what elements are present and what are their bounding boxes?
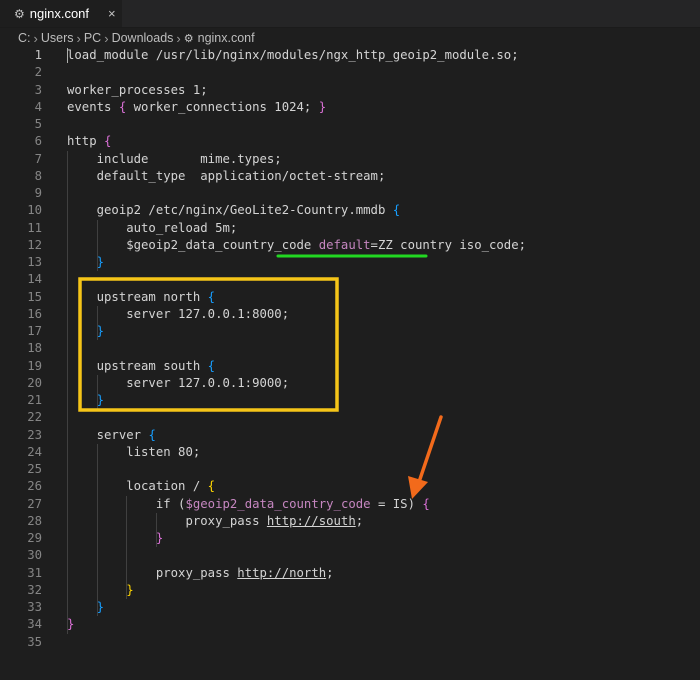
- orange-arrow-annotation: [408, 415, 443, 499]
- yellow-box-annotation: [78, 277, 339, 412]
- annotation-layer: [78, 254, 443, 499]
